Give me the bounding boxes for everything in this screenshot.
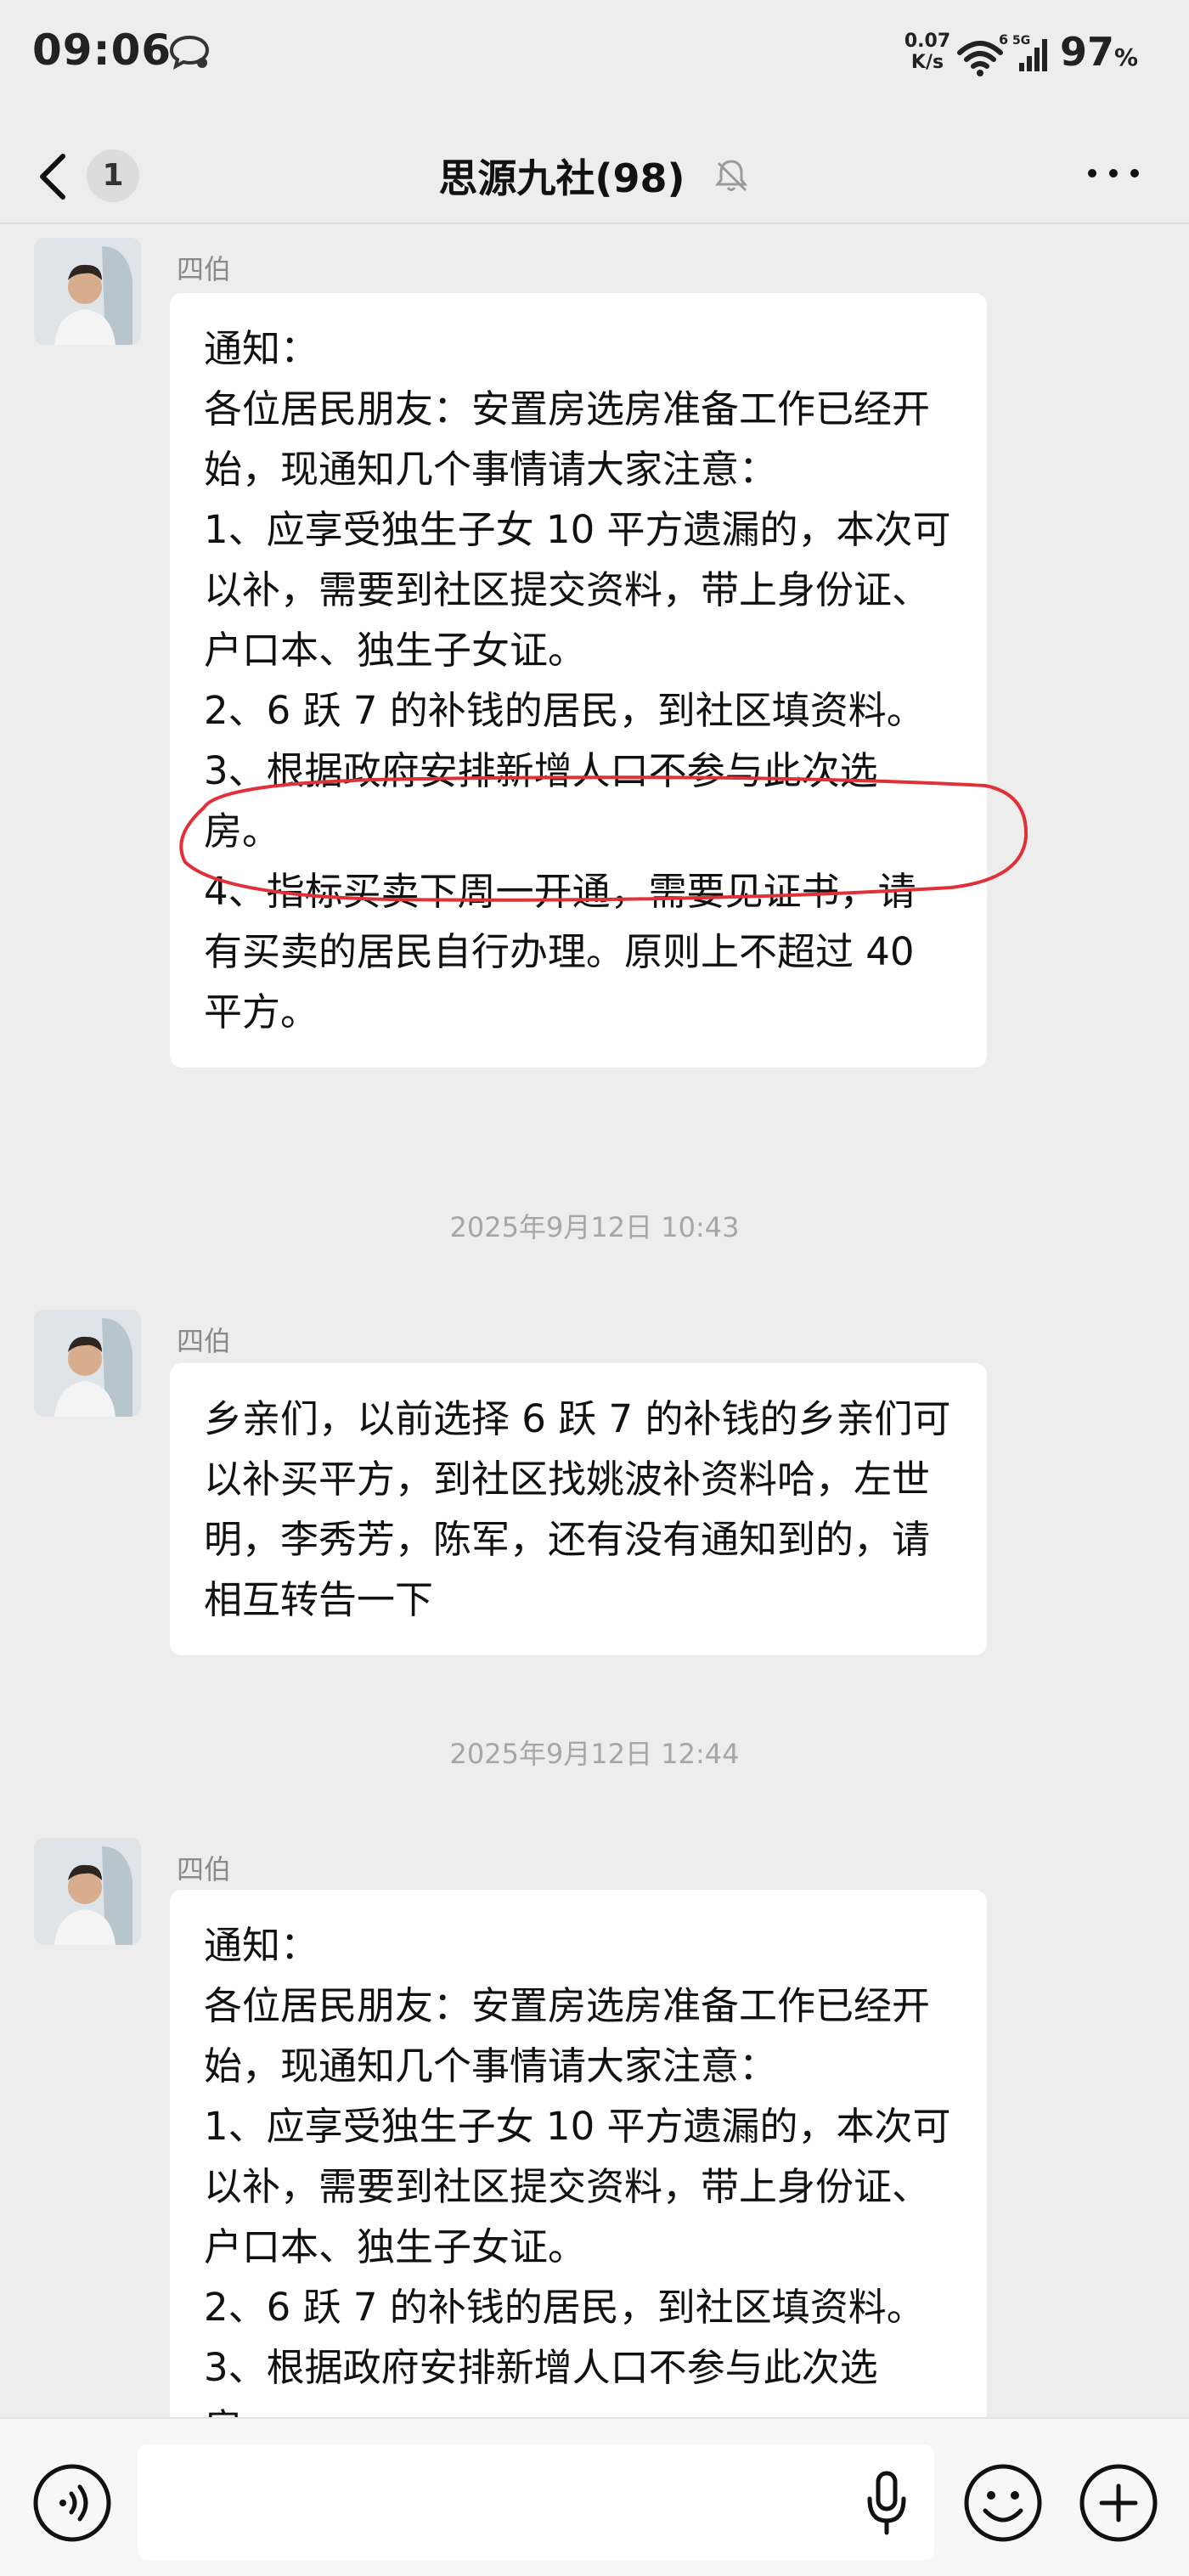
message-bubble[interactable]: 通知： 各位居民朋友：安置房选房准备工作已经开始，现通知几个事情请大家注意： 1… <box>170 1890 987 2483</box>
sender-name: 四伯 <box>177 1325 232 1357</box>
message-timestamp: 2025年9月12日 12:44 <box>449 1738 740 1770</box>
network-speed-value: 0.07 <box>904 31 951 52</box>
chevron-left-icon <box>40 154 65 200</box>
status-bar: 09:06 0.07 K/s 6 5G 97% <box>0 0 1189 110</box>
avatar[interactable] <box>34 238 141 345</box>
avatar[interactable] <box>34 1310 141 1417</box>
voice-icon[interactable] <box>32 2463 112 2543</box>
wifi-badge: 6 <box>999 32 1008 48</box>
network-speed-unit: K/s <box>910 52 944 73</box>
person-avatar-image <box>34 238 141 345</box>
battery-unit: % <box>1114 43 1139 71</box>
battery-value: 97 <box>1060 29 1115 75</box>
chat-title: 思源九社(98) <box>438 155 685 201</box>
header-divider <box>0 223 1189 224</box>
chat-title-area[interactable]: 思源九社(98) <box>357 148 832 202</box>
person-avatar-image <box>34 1838 141 1945</box>
sender-name: 四伯 <box>177 253 232 285</box>
message-bubble[interactable]: 乡亲们，以前选择 6 跃 7 的补钱的乡亲们可以补买平方，到社区找姚波补资料哈，… <box>170 1363 987 1655</box>
sender-name: 四伯 <box>177 1853 232 1885</box>
chat-notification-icon <box>169 35 210 70</box>
status-time: 09:06 <box>32 25 172 75</box>
chat-screen: 09:06 0.07 K/s 6 5G 97% 1 思源九社(98) 四伯 通知… <box>0 0 1189 2576</box>
bell-off-icon <box>714 160 747 192</box>
person-avatar-image <box>34 1310 141 1417</box>
input-bar <box>0 2417 1189 2576</box>
back-button[interactable]: 1 <box>34 144 144 204</box>
wifi-icon: 6 <box>957 32 1008 76</box>
signal-badge: 5G <box>1012 34 1030 48</box>
network-speed: 0.07 K/s <box>895 31 960 73</box>
message-timestamp: 2025年9月12日 10:43 <box>449 1211 740 1243</box>
red-circle-annotation <box>179 775 1028 902</box>
message-bubble[interactable]: 通知： 各位居民朋友：安置房选房准备工作已经开始，现通知几个事情请大家注意： 1… <box>170 293 987 1068</box>
microphone-icon[interactable] <box>859 2468 914 2538</box>
battery-level: 97% <box>1060 29 1138 75</box>
message-input[interactable] <box>138 2444 934 2560</box>
plus-icon[interactable] <box>1079 2463 1158 2543</box>
avatar[interactable] <box>34 1838 141 1945</box>
signal-icon: 5G <box>1012 34 1047 71</box>
chat-header: 1 思源九社(98) <box>0 127 1189 221</box>
more-dots-icon[interactable] <box>1085 158 1141 189</box>
unread-count-badge: 1 <box>87 149 139 202</box>
emoji-icon[interactable] <box>963 2463 1043 2543</box>
